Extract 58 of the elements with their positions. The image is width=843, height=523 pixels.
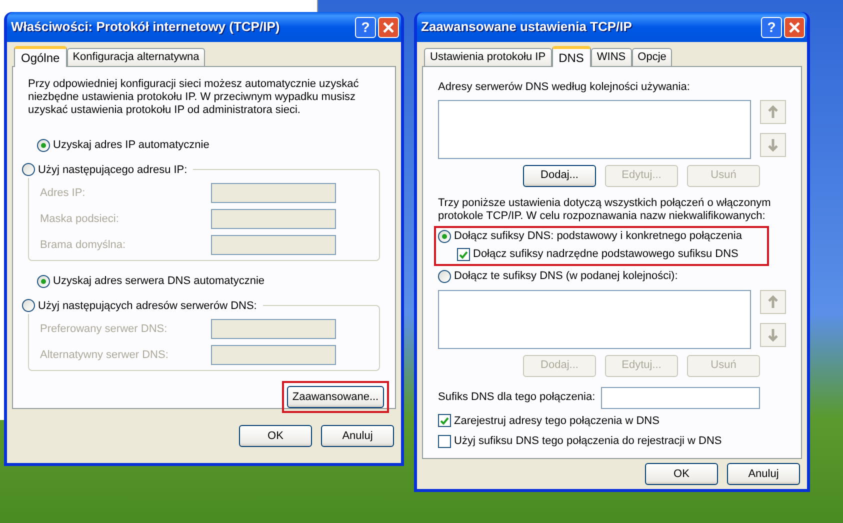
checkbox[interactable] [438,434,451,448]
radio-label: Dołącz sufiksy DNS: podstawowy i konkretnego połączenia [454,229,742,244]
up-arrow-icon [767,104,779,118]
down-arrow-icon [767,328,779,342]
tab[interactable]: Ogólne [14,46,67,67]
field-label: Sufiks DNS dla tego połączenia: [438,390,596,406]
list-label: Adresy serwerów DNS według kolejności używania: [438,80,691,95]
button[interactable]: Zaawansowane... [287,386,384,408]
button[interactable]: OK [239,425,312,447]
radio-label: Uzyskaj adres IP automatycznie [53,138,210,153]
tab[interactable]: Opcje [632,48,672,66]
radio-button[interactable] [37,138,50,152]
checkbox-label: Użyj sufiksu DNS tego połączenia do rejestracji w DNS [454,434,722,449]
button[interactable]: Dodaj... [523,164,596,186]
close-button[interactable] [784,16,805,38]
close-icon [789,22,800,32]
close-button[interactable] [378,16,399,38]
move-down-button[interactable] [760,132,786,156]
radio-button[interactable] [22,163,35,176]
checkbox[interactable] [457,248,470,261]
field-label: Maska podsieci: [40,212,119,227]
checkbox-label: Zarejestruj adresy tego połączenia w DNS [454,414,660,428]
suffix-field[interactable] [601,386,760,408]
description-text: Przy odpowiedniej konfiguracji sieci możesz automatycznie uzyskać niezbędne ustawienia protokołu IP. W przeciwnym wypadku musisz uzyskać ustawienia protokołu IP od administratora sieci. [28,78,360,117]
field-label: Preferowany serwer DNS: [40,322,168,337]
help-button[interactable]: ? [355,16,376,38]
up-arrow-icon [767,294,779,308]
radio-button[interactable] [438,230,451,243]
button[interactable]: Anuluj [727,463,800,485]
field-label: Brama domyślna: [40,238,126,253]
move-up-button[interactable] [760,290,786,314]
radio-label: Użyj następującego adresu IP: [38,162,188,178]
radio-button[interactable] [22,299,35,312]
field-label: Alternatywny serwer DNS: [40,348,168,363]
checkbox-label: Dołącz sufiksy nadrzędne podstawowego sufiksu DNS [473,247,738,262]
radio-label: Użyj następujących adresów serwerów DNS: [38,298,257,314]
button[interactable]: OK [645,463,718,485]
close-icon [383,22,394,32]
tab[interactable]: WINS [590,48,632,66]
tab[interactable]: Konfiguracja alternatywna [66,48,206,66]
radio-label: Uzyskaj adres serwera DNS automatycznie [53,274,265,289]
list-box[interactable] [438,290,751,348]
checkbox[interactable] [438,414,451,428]
radio-label: Dołącz te sufiksy DNS (w podanej kolejności): [454,269,678,284]
button[interactable]: Anuluj [321,425,394,447]
tab[interactable]: Ustawienia protokołu IP [424,48,552,66]
list-box[interactable] [438,100,751,158]
info-text: Trzy poniższe ustawienia dotyczą wszystkich połączeń o włączonym protokole TCP/IP. W celu rozpoznawania nazw niekwalifikowanych: [438,196,772,222]
window-title: Właściwości: Protokół internetowy (TCP/IP) [11,18,281,36]
window-title: Zaawansowane ustawienia TCP/IP [421,18,633,36]
radio-button[interactable] [37,274,50,288]
down-arrow-icon [767,138,779,152]
help-button[interactable]: ? [761,16,782,38]
move-down-button[interactable] [760,322,786,346]
field-label: Adres IP: [40,186,86,201]
radio-button[interactable] [438,270,451,283]
move-up-button[interactable] [760,100,786,124]
tab[interactable]: DNS [552,46,591,67]
